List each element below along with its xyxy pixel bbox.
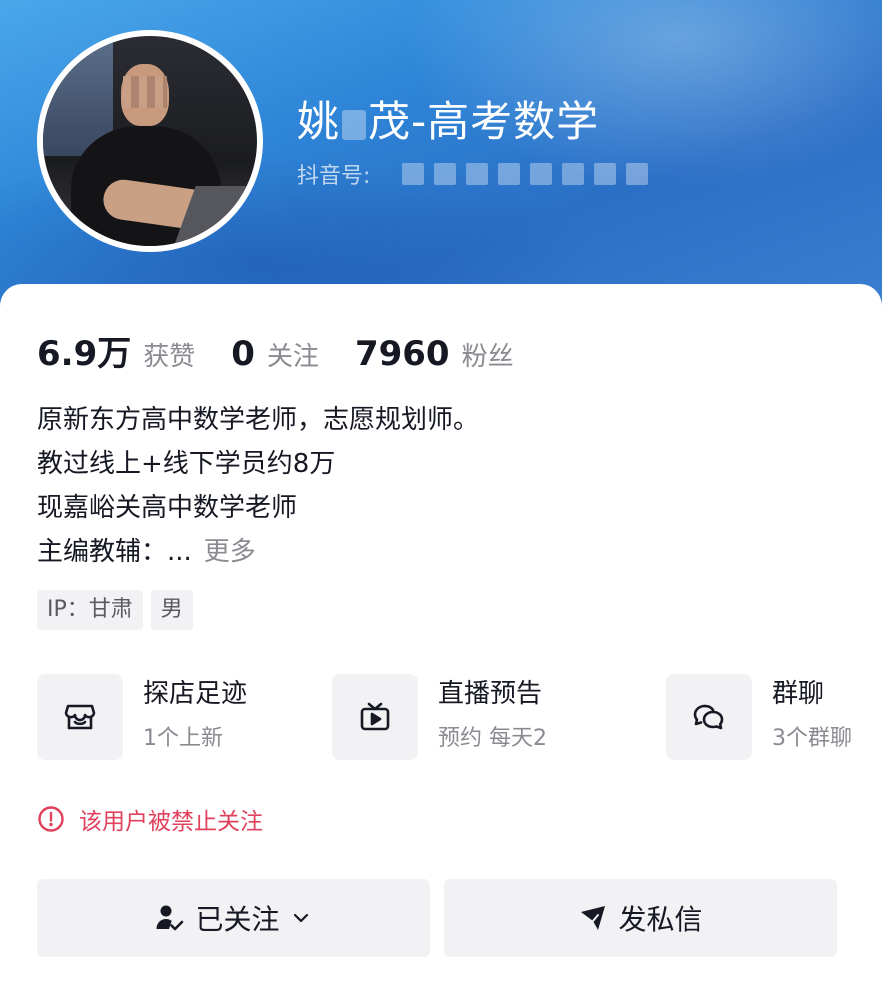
douyin-id: 抖音号:: [297, 158, 649, 190]
avatar[interactable]: [37, 30, 263, 252]
stat-likes-value: 6.9万: [37, 334, 132, 374]
ip-location-tag: IP：甘肃: [37, 590, 143, 630]
douyin-id-redaction-blur: [402, 163, 649, 185]
name-redaction-blur: [342, 109, 367, 140]
bio-line: 现嘉峪关高中数学老师: [37, 493, 298, 523]
feature-group-chat-title: 群聊: [772, 679, 825, 709]
send-message-button-label: 发私信: [618, 903, 703, 936]
alert-circle-icon: [38, 806, 64, 832]
feature-store-visits-subtitle: 1个上新: [143, 726, 223, 751]
stat-likes-label: 获赞: [143, 342, 196, 372]
profile-card: 6.9万 获赞 0 关注 7960 粉丝 原新东方高中数学老师，志愿规划师。 教…: [0, 284, 882, 1001]
feature-group-chat[interactable]: 群聊 3个群聊: [666, 674, 852, 760]
tv-play-icon: [332, 674, 418, 760]
bio-line-text: 主编教辅：...: [37, 537, 192, 567]
bio-line-last: 主编教辅：... 更多: [37, 530, 479, 574]
follow-banned-text: 该用户被禁止关注: [79, 809, 263, 835]
stat-following-value: 0: [231, 334, 255, 374]
stat-following[interactable]: 0 关注: [231, 334, 319, 374]
profile-actions: 已关注 发私信: [37, 879, 837, 957]
profile-name-part1: 姚: [297, 97, 341, 146]
bio-line: 教过线上+线下学员约8万: [37, 449, 336, 479]
stat-likes[interactable]: 6.9万 获赞: [37, 326, 195, 375]
chevron-down-icon: [293, 913, 308, 923]
profile-tags: IP：甘肃 男: [37, 590, 193, 630]
douyin-id-label: 抖音号:: [297, 164, 371, 189]
user-check-icon: [156, 905, 184, 931]
feature-shortcuts: 探店足迹 1个上新 直播预告 预约 每天2 群聊 3个群聊: [37, 674, 867, 762]
profile-name-part2: 茂-高考数学: [368, 97, 600, 146]
store-icon: [37, 674, 123, 760]
following-button-label: 已关注: [195, 903, 280, 936]
chat-bubbles-icon: [666, 674, 752, 760]
gender-tag: 男: [150, 590, 193, 630]
bio-more-link[interactable]: 更多: [204, 537, 256, 567]
stat-followers-value: 7960: [354, 334, 450, 374]
feature-store-visits-title: 探店足迹: [143, 679, 248, 709]
feature-live-preview-title: 直播预告: [438, 679, 543, 709]
bio-line: 原新东方高中数学老师，志愿规划师。: [37, 405, 480, 435]
bio: 原新东方高中数学老师，志愿规划师。 教过线上+线下学员约8万 现嘉峪关高中数学老…: [37, 398, 479, 574]
send-message-button[interactable]: 发私信: [444, 879, 837, 957]
stats-row: 6.9万 获赞 0 关注 7960 粉丝: [37, 326, 550, 375]
feature-store-visits[interactable]: 探店足迹 1个上新: [37, 674, 247, 760]
send-icon: [581, 906, 606, 930]
following-button[interactable]: 已关注: [37, 879, 430, 957]
stat-followers[interactable]: 7960 粉丝: [355, 334, 514, 374]
feature-live-preview-subtitle: 预约 每天2: [438, 726, 547, 751]
avatar-photo: [43, 36, 257, 246]
stat-followers-label: 粉丝: [461, 342, 514, 372]
feature-live-preview[interactable]: 直播预告 预约 每天2: [332, 674, 547, 760]
follow-banned-warning: 该用户被禁止关注: [37, 802, 263, 836]
profile-name: 姚茂-高考数学: [297, 88, 599, 149]
stat-following-label: 关注: [266, 342, 319, 372]
feature-group-chat-subtitle: 3个群聊: [772, 726, 852, 751]
